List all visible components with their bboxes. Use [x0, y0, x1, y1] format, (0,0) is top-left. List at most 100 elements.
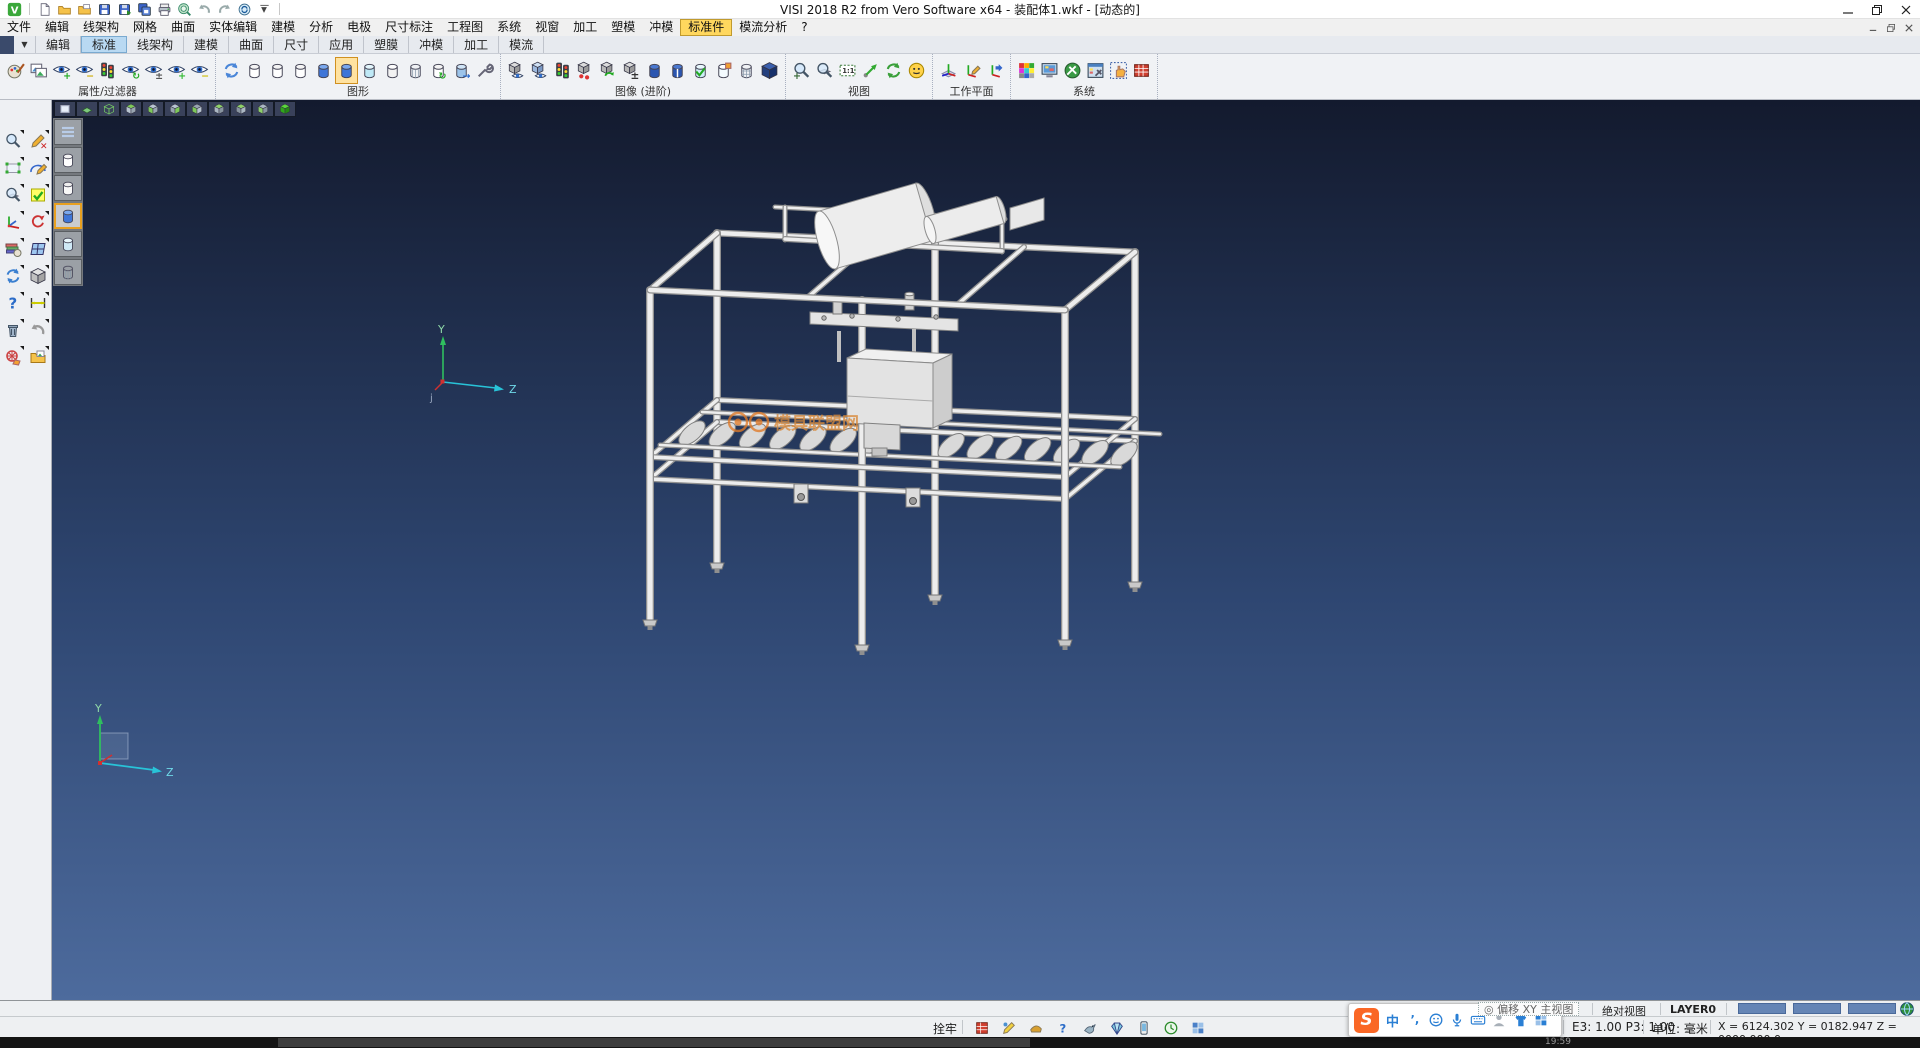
minimize-button[interactable] — [1833, 0, 1862, 19]
stat-red-button[interactable] — [972, 1018, 991, 1037]
eye-add-button[interactable]: + — [50, 57, 73, 84]
eye-cube2-button[interactable] — [528, 57, 551, 84]
eye-refresh-button[interactable]: ↻ — [119, 57, 142, 84]
color-grid-button[interactable] — [1015, 57, 1038, 84]
open-folder-button[interactable] — [56, 1, 73, 17]
more-dropdown-button[interactable]: ▼ — [256, 1, 273, 17]
cylinder-flag-button[interactable] — [712, 57, 735, 84]
refresh-blue-button[interactable] — [3, 265, 24, 286]
cyl-shaded-button[interactable] — [54, 203, 82, 229]
menu-item-14[interactable]: 塑模 — [604, 19, 642, 36]
menu-item-16[interactable]: 标准件 — [680, 19, 732, 36]
wp-edit-button[interactable] — [960, 57, 983, 84]
cubes-plusminus-button[interactable]: ± — [620, 57, 643, 84]
cylinder-blue-sel-button[interactable] — [335, 57, 358, 84]
open-docs-button[interactable] — [76, 1, 93, 17]
cube-left-view-button[interactable] — [186, 101, 208, 117]
zoom-cube-button[interactable] — [813, 57, 836, 84]
menu-item-15[interactable]: 冲模 — [642, 19, 680, 36]
palette-brush-button[interactable] — [4, 57, 27, 84]
images-pair-button[interactable] — [27, 57, 50, 84]
zoom-cube-button[interactable] — [3, 184, 24, 205]
cyl-line2-button[interactable] — [54, 175, 82, 201]
ime-mic-button[interactable] — [1448, 1010, 1465, 1030]
wp-axis-button[interactable] — [937, 57, 960, 84]
tab-6[interactable]: 应用 — [319, 36, 364, 53]
mdi-close-button[interactable] — [1902, 21, 1916, 34]
tab-10[interactable]: 模流 — [499, 36, 544, 53]
preview-button[interactable] — [176, 1, 193, 17]
undo-grey-button[interactable] — [28, 319, 49, 340]
restore-button[interactable] — [1862, 0, 1891, 19]
menu-item-4[interactable]: 曲面 — [164, 19, 202, 36]
cube-top-view-button[interactable] — [120, 101, 142, 117]
cylinder-export-button[interactable]: → — [450, 57, 473, 84]
check-yellow-button[interactable] — [28, 184, 49, 205]
tab-3[interactable]: 建模 — [184, 36, 229, 53]
wheel-hand-button[interactable] — [3, 346, 24, 367]
window-view-button[interactable] — [54, 101, 76, 117]
cube-iso-view-button[interactable] — [208, 101, 230, 117]
tab-dropdown-button[interactable]: ▼ — [14, 36, 36, 53]
tab-0[interactable]: 编辑 — [36, 36, 81, 53]
cylinder-wire-button[interactable] — [404, 57, 427, 84]
tab-1[interactable]: 标准 — [81, 36, 127, 53]
sogou-logo-icon[interactable]: S — [1354, 1008, 1379, 1033]
layer-bar-2[interactable] — [1793, 1003, 1841, 1014]
stat-help-button[interactable]: ? — [1053, 1018, 1072, 1037]
close-button[interactable] — [1891, 0, 1920, 19]
print-button[interactable] — [156, 1, 173, 17]
tab-7[interactable]: 塑膜 — [364, 36, 409, 53]
cylinder-stripe-button[interactable] — [666, 57, 689, 84]
cube-grey-button[interactable] — [28, 265, 49, 286]
cyl-wire2-button[interactable] — [54, 259, 82, 285]
cube-navy-button[interactable] — [758, 57, 781, 84]
ime-quote-button[interactable]: ’, — [1406, 1010, 1423, 1030]
visi-logo-button[interactable]: V — [6, 1, 23, 17]
cylinder-outline-button[interactable] — [243, 57, 266, 84]
traffic-light-button[interactable] — [96, 57, 119, 84]
menu-lines-button[interactable] — [54, 119, 82, 145]
menu-item-1[interactable]: 编辑 — [38, 19, 76, 36]
mdi-minimize-button[interactable] — [1866, 21, 1880, 34]
tab-5[interactable]: 尺寸 — [274, 36, 319, 53]
tab-4[interactable]: 曲面 — [229, 36, 274, 53]
cyl-line-button[interactable] — [54, 147, 82, 173]
pencil-curve-button[interactable] — [28, 157, 49, 178]
globe-tools-button[interactable] — [1061, 57, 1084, 84]
eye-plusminus-button[interactable]: ± — [142, 57, 165, 84]
ime-smiley-button[interactable] — [1427, 1010, 1444, 1030]
one-one-button[interactable]: 1:1 — [836, 57, 859, 84]
grid-red-button[interactable] — [1130, 57, 1153, 84]
zoom-plus-button[interactable]: + — [790, 57, 813, 84]
layer-bar-3[interactable] — [1848, 1003, 1896, 1014]
cylinder-recycle-button[interactable]: ↻ — [427, 57, 450, 84]
globe-icon[interactable] — [1900, 1002, 1914, 1016]
cubes-red-button[interactable] — [574, 57, 597, 84]
cylinder-outline2-button[interactable] — [266, 57, 289, 84]
layer-bar-1[interactable] — [1738, 1003, 1786, 1014]
pin-label[interactable]: 拴牢 — [933, 1020, 957, 1037]
menu-item-9[interactable]: 尺寸标注 — [378, 19, 440, 36]
window-blue-button[interactable] — [28, 238, 49, 259]
menu-item-17[interactable]: 模流分析 — [732, 19, 794, 36]
new-doc-button[interactable] — [36, 1, 53, 17]
menu-item-0[interactable]: 文件 — [0, 19, 38, 36]
cylinder-white-button[interactable] — [381, 57, 404, 84]
cylinder-outline3-button[interactable] — [289, 57, 312, 84]
tab-9[interactable]: 加工 — [454, 36, 499, 53]
stat-bird-button[interactable] — [1080, 1018, 1099, 1037]
hand-pick-button[interactable] — [1107, 57, 1130, 84]
zoom-gear-button[interactable] — [3, 130, 24, 151]
menu-item-5[interactable]: 实体编辑 — [202, 19, 264, 36]
save-button[interactable] — [96, 1, 113, 17]
layer-indicator[interactable]: LAYER0 — [1670, 1003, 1716, 1016]
stat-grid-button[interactable] — [1188, 1018, 1207, 1037]
cylinder-check-button[interactable] — [689, 57, 712, 84]
eye-minus-button[interactable]: − — [188, 57, 211, 84]
traffic-cubes-button[interactable] — [551, 57, 574, 84]
cube-right-view-button[interactable] — [164, 101, 186, 117]
cube-iso2-view-button[interactable] — [230, 101, 252, 117]
taskbar-segment[interactable] — [278, 1038, 1030, 1047]
cylinder-blue-button[interactable] — [312, 57, 335, 84]
